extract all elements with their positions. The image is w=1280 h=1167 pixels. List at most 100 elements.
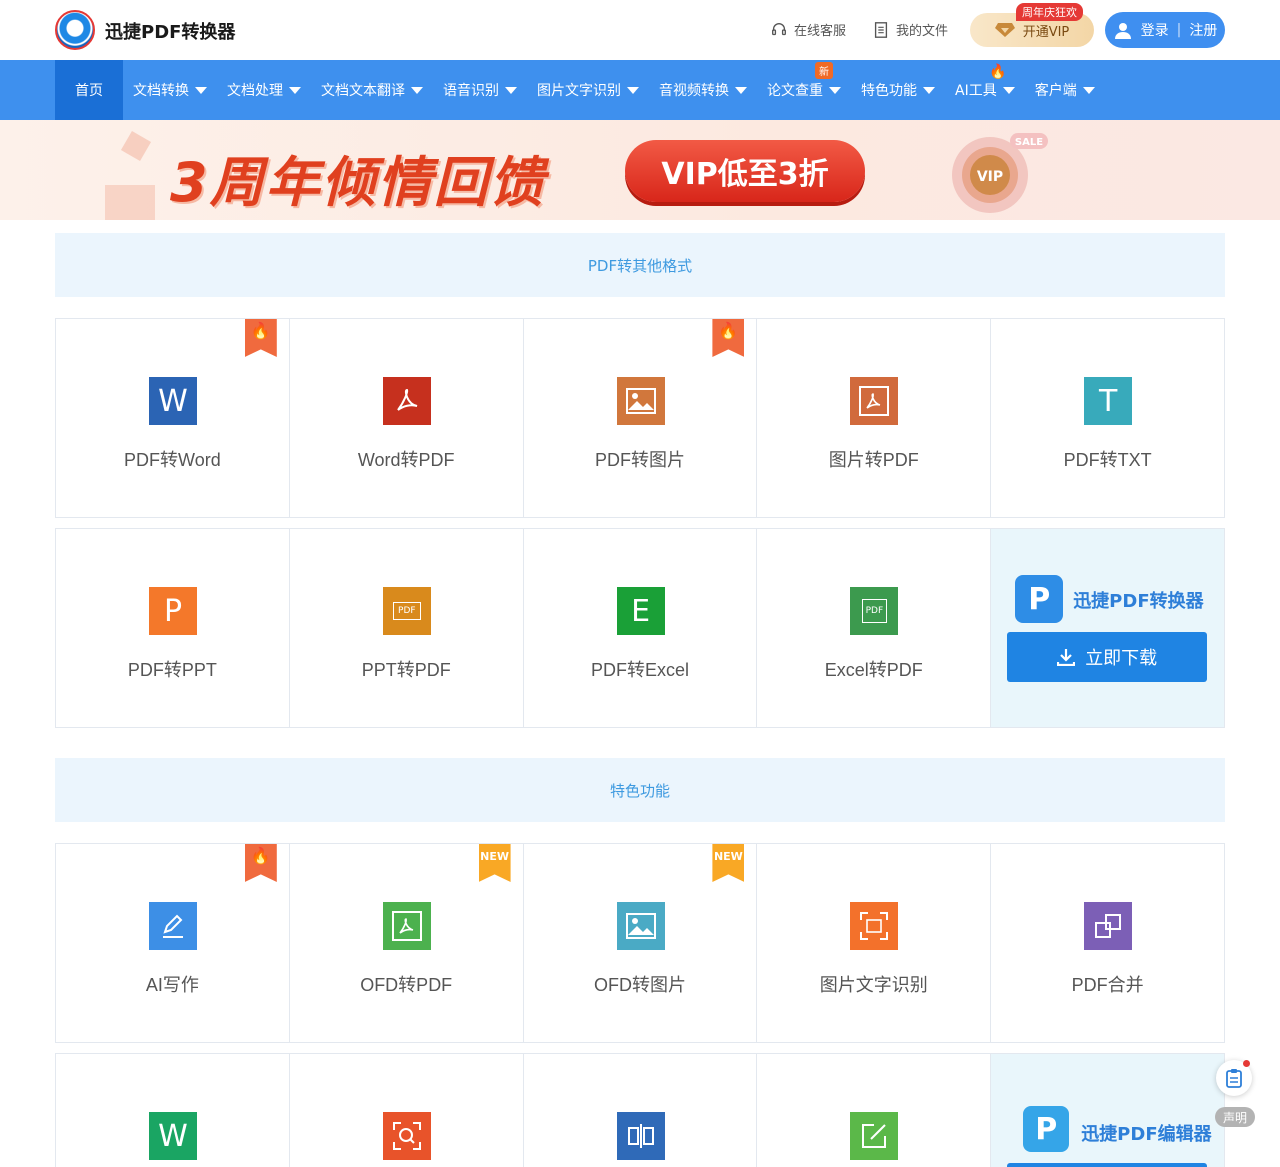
nav-label: 语音识别 [443, 83, 499, 99]
caret-down-icon [923, 86, 935, 94]
tool-image-to-pdf[interactable]: 图片转PDF [757, 319, 992, 517]
nav-ai-tools[interactable]: AI工具 🔥 [945, 60, 1025, 120]
nav-label: 文档转换 [133, 83, 189, 99]
tool-ppt-to-pdf[interactable]: PDF PPT转PDF [289, 529, 524, 727]
open-vip-label: 开通VIP [1022, 24, 1070, 40]
nav-client[interactable]: 客户端 [1025, 60, 1105, 120]
editor-download-button[interactable] [1007, 1163, 1208, 1167]
excel-icon: E [616, 587, 665, 635]
excel-pdf-icon: PDF [850, 587, 899, 635]
promo-app-name: 迅捷PDF编辑器 [1081, 1124, 1212, 1145]
tool-pdf-to-txt[interactable]: T PDF转TXT [991, 319, 1225, 517]
nav-label: AI工具 [955, 83, 997, 99]
gift-decoration-icon [105, 130, 155, 220]
nav-doc-process[interactable]: 文档处理 [217, 60, 311, 120]
tool-excel-to-pdf[interactable]: PDF Excel转PDF [757, 529, 992, 727]
promo-pdf-converter: P 迅捷PDF转换器 立即下载 [991, 529, 1225, 727]
banner-title: 3周年倾情回馈 [170, 151, 546, 214]
tool-row: 🔥 AI写作 NEW OFD转PDF NEW OFD转图片 图片文字识别 PDF… [55, 843, 1225, 1043]
tool-label: PDF转PPT [127, 660, 217, 680]
tool-label: 图片转PDF [828, 450, 919, 470]
promo-banner[interactable]: 3周年倾情回馈 VIP低至3折 VIP SALE [0, 120, 1280, 220]
ppt-icon: P [149, 587, 197, 635]
tool-ofd-to-image[interactable]: NEW OFD转图片 [523, 844, 758, 1042]
tool-pdf-to-excel[interactable]: E PDF转Excel [523, 529, 758, 727]
my-files-link[interactable]: 我的文件 [872, 20, 948, 39]
word-icon: W [149, 377, 197, 425]
top-header: 迅捷PDF转换器 在线客服 我的文件 开通VIP 周年庆狂欢 登录 | 注册 [0, 0, 1280, 60]
caret-down-icon [735, 86, 747, 94]
tool-pdf-merge[interactable]: PDF合并 [991, 844, 1225, 1042]
pdf-editor-logo-icon: P [1023, 1106, 1070, 1152]
anniversary-badge: 周年庆狂欢 [1016, 3, 1083, 21]
download-now-button[interactable]: 立即下载 [1007, 632, 1208, 682]
tool-image-ocr[interactable]: 图片文字识别 [757, 844, 992, 1042]
tool-word-feature[interactable]: W [56, 1054, 290, 1167]
banner-vip-pill: VIP低至3折 [625, 140, 865, 202]
tool-label: Word转PDF [357, 450, 455, 470]
main-nav: 首页 文档转换 文档处理 文档文本翻译 语音识别 图片文字识别 音视频转换 论文… [0, 60, 1280, 120]
section-heading-features: 特色功能 [55, 758, 1225, 822]
tool-label: PDF转Excel [590, 660, 689, 680]
nav-plagiarism[interactable]: 论文查重 新 [757, 60, 851, 120]
nav-label: 文档文本翻译 [321, 83, 405, 99]
new-badge: 新 [815, 62, 833, 79]
word-green-icon: W [149, 1112, 197, 1160]
nav-speech[interactable]: 语音识别 [433, 60, 527, 120]
merge-icon [1084, 902, 1133, 950]
download-icon [1057, 649, 1076, 666]
online-service-label: 在线客服 [794, 24, 847, 39]
login-label[interactable]: 登录 [1141, 20, 1169, 40]
hot-ribbon-icon: 🔥 [244, 319, 277, 357]
download-label: 立即下载 [1085, 648, 1158, 669]
tool-row: W P 迅捷PDF编辑器 [55, 1053, 1225, 1167]
tool-row: P PDF转PPT PDF PPT转PDF E PDF转Excel PDF Ex… [55, 528, 1225, 728]
tool-word-to-pdf[interactable]: Word转PDF [289, 319, 524, 517]
notification-dot [1243, 1060, 1250, 1067]
diamond-icon [994, 23, 1015, 37]
login-separator: | [1176, 22, 1182, 38]
image-icon [616, 902, 665, 950]
pdf-image-icon [850, 377, 899, 425]
nav-ocr[interactable]: 图片文字识别 [527, 60, 649, 120]
nav-translate[interactable]: 文档文本翻译 [311, 60, 433, 120]
ppt-pdf-icon: PDF [382, 587, 431, 635]
promo-app-name: 迅捷PDF转换器 [1073, 591, 1204, 612]
online-service-link[interactable]: 在线客服 [770, 20, 846, 39]
tool-pdf-to-ppt[interactable]: P PDF转PPT [56, 529, 290, 727]
edit-box-icon [850, 1112, 899, 1160]
nav-features[interactable]: 特色功能 [851, 60, 945, 120]
caret-down-icon [627, 86, 639, 94]
nav-home[interactable]: 首页 [55, 60, 123, 120]
nav-label: 图片文字识别 [537, 83, 621, 99]
tool-label: PDF合并 [1071, 975, 1144, 995]
pdf-converter-logo-icon: P [1015, 575, 1064, 623]
txt-icon: T [1084, 377, 1133, 425]
tool-row: 🔥 W PDF转Word Word转PDF 🔥 PDF转图片 图片转PDF T … [55, 318, 1225, 518]
tool-split[interactable] [523, 1054, 758, 1167]
statement-label[interactable]: 声明 [1215, 1107, 1255, 1127]
login-register-button[interactable]: 登录 | 注册 [1105, 12, 1225, 48]
tool-ai-writing[interactable]: 🔥 AI写作 [56, 844, 290, 1042]
nav-av-convert[interactable]: 音视频转换 [649, 60, 757, 120]
caret-down-icon [411, 86, 423, 94]
brand-title[interactable]: 迅捷PDF转换器 [105, 18, 235, 44]
brand-logo-icon[interactable] [55, 10, 95, 50]
tool-edit[interactable] [757, 1054, 992, 1167]
section-heading-pdf-convert: PDF转其他格式 [55, 233, 1225, 297]
nav-label: 客户端 [1034, 83, 1077, 99]
tool-ofd-to-pdf[interactable]: NEW OFD转PDF [289, 844, 524, 1042]
fire-icon: 🔥 [989, 64, 1007, 80]
new-ribbon-icon: NEW [712, 844, 745, 882]
document-icon [874, 21, 888, 38]
split-icon [616, 1112, 665, 1160]
tool-scan-search[interactable] [289, 1054, 524, 1167]
scan-image-icon [850, 902, 899, 950]
tool-pdf-to-image[interactable]: 🔥 PDF转图片 [523, 319, 758, 517]
tool-pdf-to-word[interactable]: 🔥 W PDF转Word [56, 319, 290, 517]
scan-search-icon [382, 1112, 431, 1160]
register-label[interactable]: 注册 [1189, 20, 1217, 40]
nav-doc-convert[interactable]: 文档转换 [123, 60, 217, 120]
medal-sale-text: SALE [1015, 137, 1043, 148]
tool-label: PDF转TXT [1063, 450, 1152, 470]
